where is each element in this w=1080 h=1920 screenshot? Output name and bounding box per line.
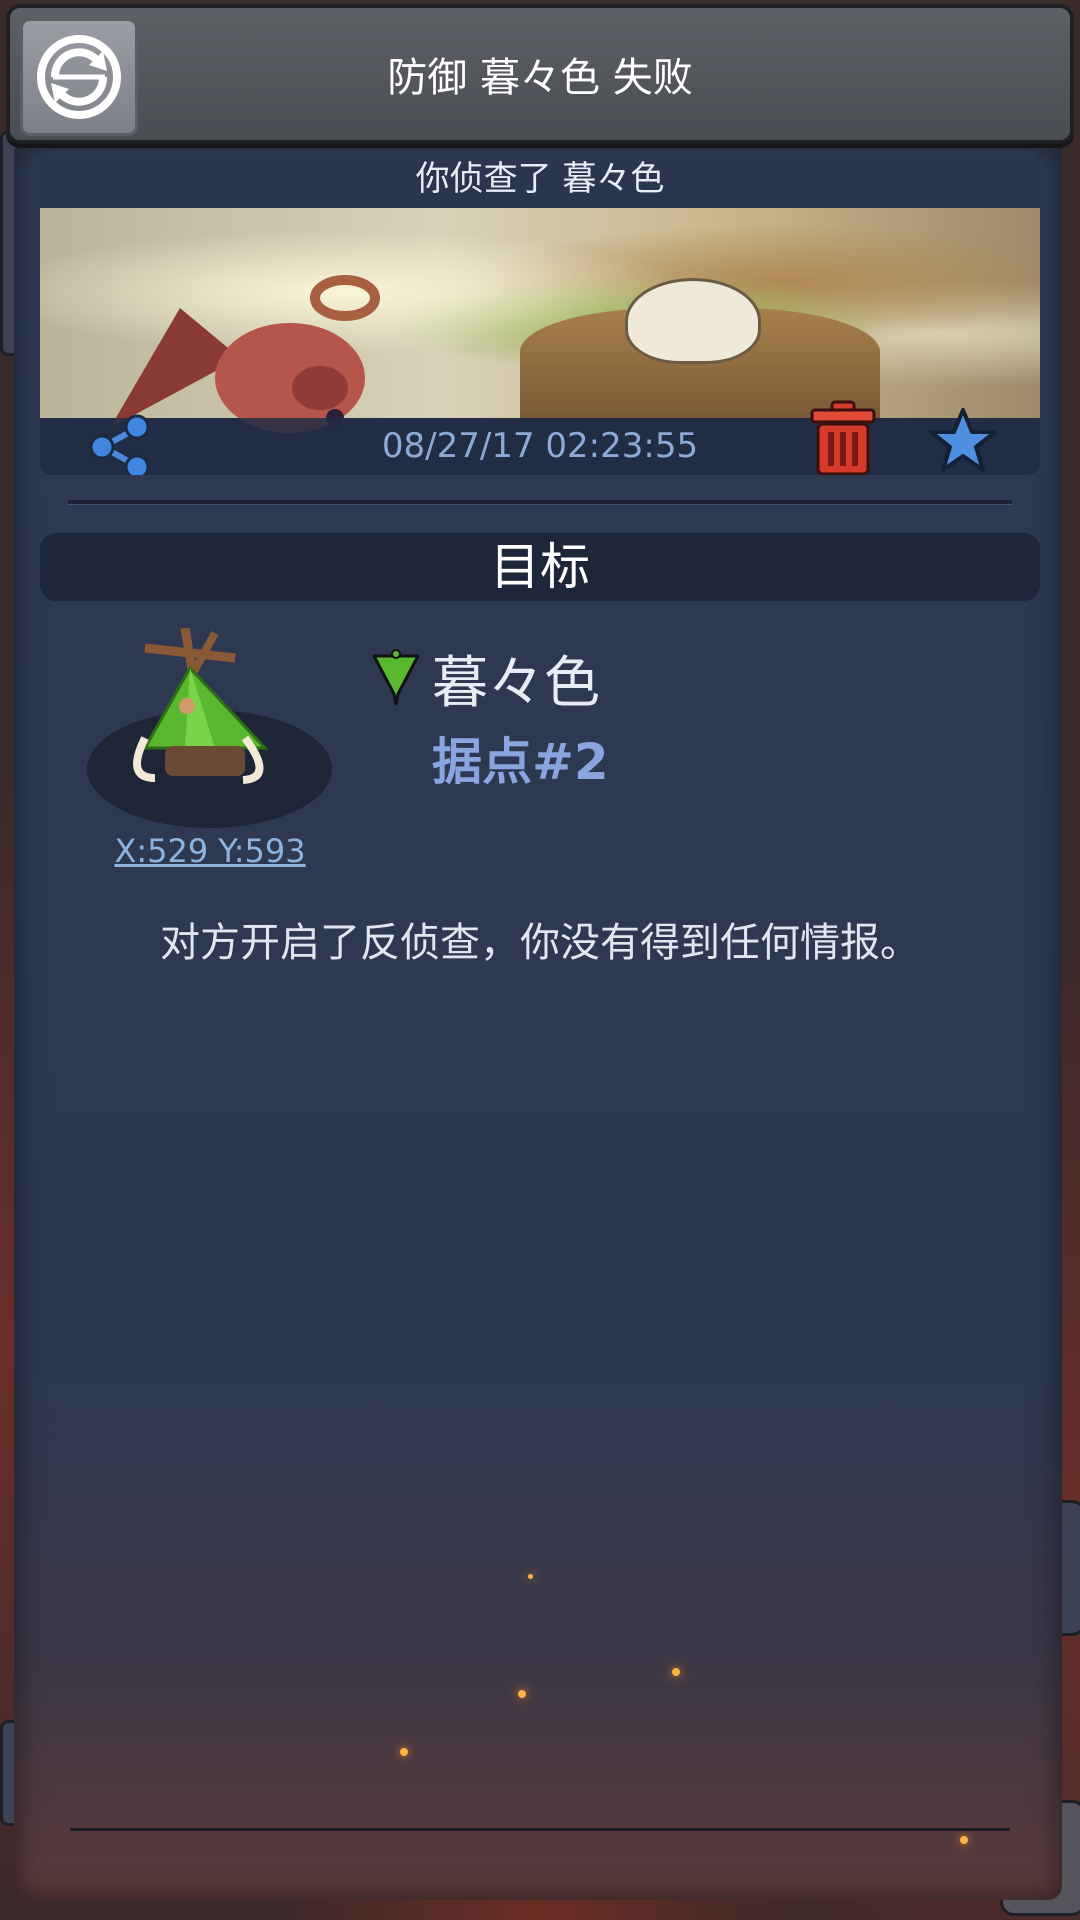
trash-icon[interactable]: [808, 400, 878, 475]
hut-icon[interactable]: [125, 628, 285, 808]
star-icon[interactable]: [928, 406, 998, 475]
divider: [68, 500, 1012, 505]
header-bar: 防御 暮々色 失败: [6, 4, 1074, 144]
ember-particle: [518, 1690, 526, 1698]
report-message: 对方开启了反侦查，你没有得到任何情报。: [160, 920, 920, 966]
ember-particle: [672, 1668, 680, 1676]
section-title-target: 目标: [40, 533, 1040, 601]
player-name[interactable]: 暮々色: [432, 638, 600, 719]
scouted-base-image: [40, 208, 1040, 433]
header-button[interactable]: [20, 18, 138, 136]
ember-particle: [400, 1748, 408, 1756]
ember-particle: [528, 1574, 533, 1579]
flag-icon: [372, 649, 420, 706]
stronghold-name: 据点#2: [432, 733, 609, 791]
bottom-divider: [70, 1828, 1010, 1831]
report-subtitle: 你侦查了 暮々色: [40, 150, 1040, 208]
ember-particle: [960, 1836, 968, 1844]
refresh-icon: [37, 35, 121, 119]
page-title: 防御 暮々色 失败: [387, 55, 693, 101]
report-timestamp: 08/27/17 02:23:55: [381, 426, 699, 466]
banner-toolbar: 08/27/17 02:23:55: [40, 400, 1040, 475]
report-banner: 你侦查了 暮々色 08/27/17 02:23:55: [40, 150, 1040, 475]
coordinates-link[interactable]: X:529 Y:593: [110, 832, 310, 870]
skull-illustration: [625, 278, 761, 364]
